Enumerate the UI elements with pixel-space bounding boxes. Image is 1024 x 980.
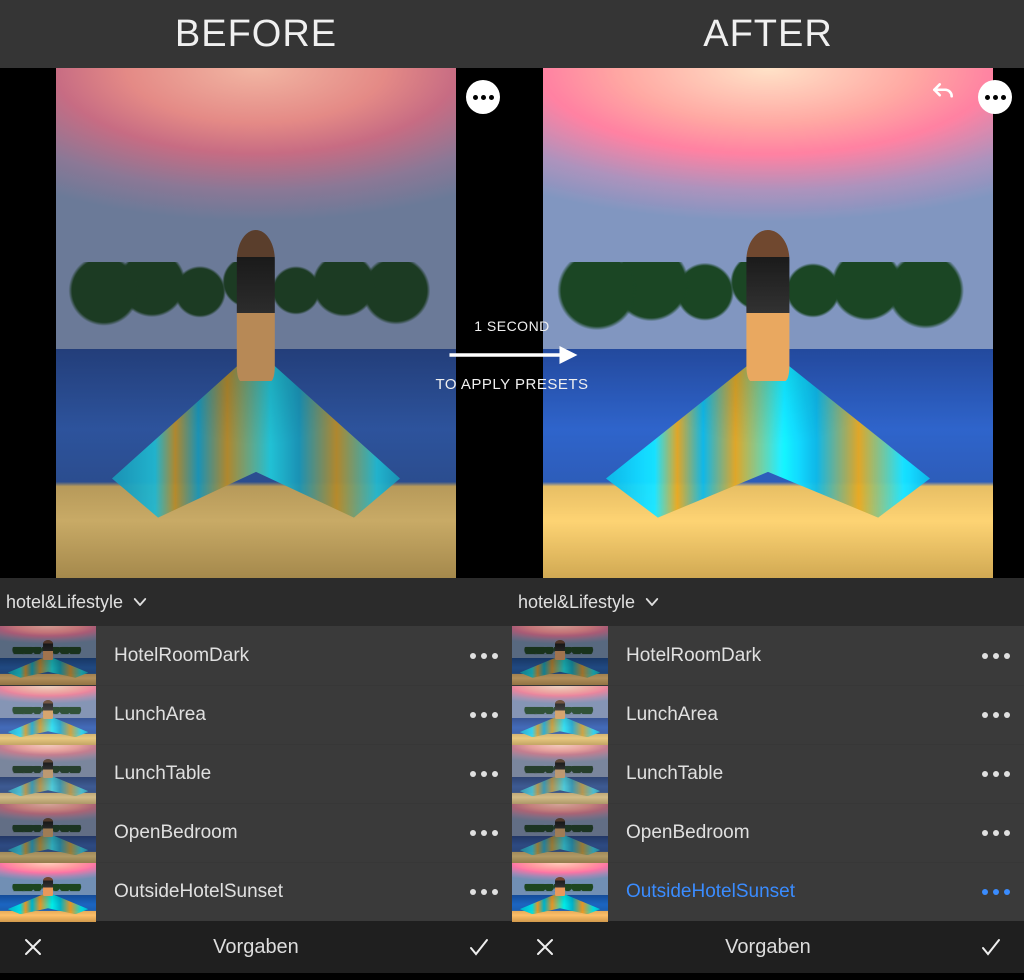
preset-label: LunchTable xyxy=(114,763,446,785)
undo-button[interactable] xyxy=(930,80,956,114)
after-presets-panel: hotel&Lifestyle HotelRoomDark LunchArea xyxy=(512,578,1024,921)
chevron-down-icon xyxy=(643,593,661,611)
after-photo xyxy=(543,68,993,578)
more-options-button[interactable] xyxy=(466,80,500,114)
preset-thumbnail xyxy=(512,804,608,863)
preset-thumbnail xyxy=(0,745,96,804)
preset-more-button[interactable] xyxy=(464,771,504,777)
preset-group-dropdown[interactable]: hotel&Lifestyle xyxy=(0,578,512,626)
action-bar-title: Vorgaben xyxy=(213,936,299,959)
preset-thumbnail xyxy=(0,804,96,863)
confirm-button[interactable] xyxy=(464,932,494,962)
preset-thumbnail xyxy=(512,745,608,804)
photo-subject xyxy=(136,211,376,537)
preset-item[interactable]: HotelRoomDark xyxy=(0,626,512,685)
photo-subject xyxy=(633,211,903,537)
action-bar: Vorgaben xyxy=(512,921,1024,973)
preset-item[interactable]: OutsideHotelSunset xyxy=(512,862,1024,921)
preset-list: HotelRoomDark LunchArea LunchTable xyxy=(0,626,512,921)
before-photo xyxy=(56,68,456,578)
preset-label: LunchTable xyxy=(626,763,958,785)
preset-thumbnail xyxy=(0,863,96,922)
comparison-title-bar: BEFORE AFTER xyxy=(0,0,1024,68)
preset-more-button[interactable] xyxy=(464,830,504,836)
preset-item[interactable]: OpenBedroom xyxy=(512,803,1024,862)
cancel-button[interactable] xyxy=(18,932,48,962)
before-presets-panel: hotel&Lifestyle HotelRoomDark LunchArea xyxy=(0,578,512,921)
after-image-viewer xyxy=(512,68,1024,578)
preset-group-dropdown[interactable]: hotel&Lifestyle xyxy=(512,578,1024,626)
preset-group-name: hotel&Lifestyle xyxy=(6,592,123,613)
preset-label: OutsideHotelSunset xyxy=(626,881,958,903)
preset-more-button[interactable] xyxy=(464,653,504,659)
preset-more-button[interactable] xyxy=(976,830,1016,836)
cancel-button[interactable] xyxy=(530,932,560,962)
more-options-button[interactable] xyxy=(978,80,1012,114)
after-heading: AFTER xyxy=(512,13,1024,56)
preset-thumbnail xyxy=(0,686,96,745)
preset-label: OpenBedroom xyxy=(114,822,446,844)
action-bar: Vorgaben xyxy=(0,921,512,973)
preset-thumbnail xyxy=(0,626,96,685)
before-heading: BEFORE xyxy=(0,13,512,56)
preset-more-button[interactable] xyxy=(976,712,1016,718)
preset-label: LunchArea xyxy=(114,704,446,726)
preset-more-button[interactable] xyxy=(976,771,1016,777)
preset-label: LunchArea xyxy=(626,704,958,726)
preset-item[interactable]: LunchArea xyxy=(512,685,1024,744)
preset-more-button[interactable] xyxy=(976,889,1016,895)
before-image-viewer xyxy=(0,68,512,578)
more-horizontal-icon xyxy=(985,95,1006,100)
preset-item[interactable]: HotelRoomDark xyxy=(512,626,1024,685)
preset-label: HotelRoomDark xyxy=(626,645,958,667)
preset-item[interactable]: LunchTable xyxy=(512,744,1024,803)
close-icon xyxy=(533,935,557,959)
preset-item[interactable]: LunchTable xyxy=(0,744,512,803)
preset-more-button[interactable] xyxy=(464,889,504,895)
preset-thumbnail xyxy=(512,626,608,685)
action-bar-title: Vorgaben xyxy=(725,936,811,959)
preset-thumbnail xyxy=(512,686,608,745)
preset-label: OutsideHotelSunset xyxy=(114,881,446,903)
more-horizontal-icon xyxy=(473,95,494,100)
preset-thumbnail xyxy=(512,863,608,922)
preset-more-button[interactable] xyxy=(976,653,1016,659)
close-icon xyxy=(21,935,45,959)
chevron-down-icon xyxy=(131,593,149,611)
confirm-button[interactable] xyxy=(976,932,1006,962)
preset-list: HotelRoomDark LunchArea LunchTable xyxy=(512,626,1024,921)
after-panel: hotel&Lifestyle HotelRoomDark LunchArea xyxy=(512,68,1024,980)
preset-item[interactable]: OutsideHotelSunset xyxy=(0,862,512,921)
check-icon xyxy=(467,935,491,959)
before-panel: hotel&Lifestyle HotelRoomDark LunchArea xyxy=(0,68,512,980)
undo-icon xyxy=(930,80,956,106)
preset-item[interactable]: OpenBedroom xyxy=(0,803,512,862)
preset-group-name: hotel&Lifestyle xyxy=(518,592,635,613)
preset-item[interactable]: LunchArea xyxy=(0,685,512,744)
check-icon xyxy=(979,935,1003,959)
preset-label: OpenBedroom xyxy=(626,822,958,844)
preset-label: HotelRoomDark xyxy=(114,645,446,667)
preset-more-button[interactable] xyxy=(464,712,504,718)
